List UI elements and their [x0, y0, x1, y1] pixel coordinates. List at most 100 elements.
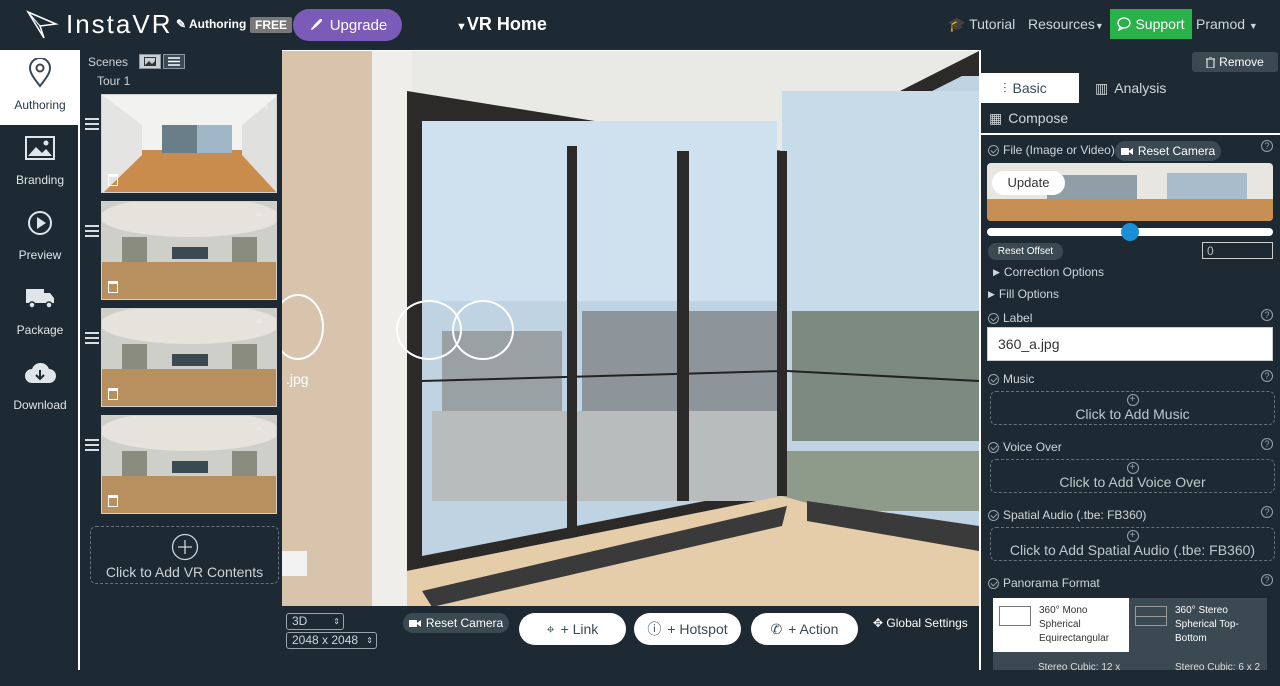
check-circle-icon [988, 312, 999, 324]
help-icon[interactable]: ? [1261, 370, 1273, 382]
list-view-button[interactable] [163, 54, 185, 69]
map-pin-icon[interactable]: ⌖ [256, 314, 263, 329]
scene-thumbnail[interactable] [101, 201, 277, 300]
nav-preview[interactable]: Preview [0, 200, 80, 275]
slider-knob[interactable] [1121, 223, 1139, 241]
format-stereo-cubic-6-label: Stereo Cubic: 6 x 2 [1175, 662, 1261, 670]
rocket-icon [310, 19, 322, 30]
tab-basic[interactable]: ⫶ Basic [981, 73, 1079, 103]
help-icon[interactable]: ? [1261, 438, 1273, 450]
authoring-tag-label: Authoring [188, 17, 247, 31]
drag-handle-icon[interactable] [85, 439, 99, 454]
support-button[interactable]: Support [1110, 9, 1192, 39]
mode-select[interactable]: 3D ⇕ [286, 613, 344, 630]
add-vr-contents-button[interactable]: Click to Add VR Contents [90, 526, 279, 584]
nav-authoring[interactable]: Authoring [0, 50, 80, 125]
panorama-viewer[interactable]: .jpg [282, 50, 979, 606]
map-pin-icon[interactable]: ⌖ [256, 207, 263, 222]
hotspot-link-icon[interactable] [452, 300, 514, 360]
upgrade-button[interactable]: Upgrade [293, 9, 402, 41]
drag-handle-icon[interactable] [85, 225, 99, 240]
caret-down-icon: ▼ [456, 21, 467, 33]
remove-label: Remove [1219, 55, 1264, 69]
scene-preview-image [102, 416, 276, 513]
user-menu[interactable]: Pramod ▼ [1196, 16, 1258, 32]
cloud-download-icon [25, 362, 56, 383]
trash-icon[interactable] [108, 388, 118, 400]
label-title: Label [1003, 311, 1033, 325]
help-icon[interactable]: ? [1261, 574, 1273, 586]
format-mono-equirect[interactable]: 360° Mono Spherical Equirectangular [993, 598, 1129, 652]
nav-label: Download [13, 398, 67, 412]
add-hotspot-button[interactable]: ⓘ + Hotspot [634, 613, 741, 645]
tab-analysis[interactable]: ▥ Analysis [1073, 73, 1183, 103]
bar-chart-icon: ▥ [1095, 79, 1109, 96]
spatial-audio-section-title: Spatial Audio (.tbe: FB360) [988, 508, 1146, 522]
nav-branding[interactable]: Branding [0, 125, 80, 200]
drag-handle-icon[interactable] [85, 118, 99, 133]
authoring-tag: ✎ Authoring [176, 17, 246, 31]
film-icon: ▦ [989, 109, 1003, 126]
reset-camera-button[interactable]: Reset Camera [1115, 141, 1221, 161]
nav-label: Branding [15, 173, 65, 187]
trash-icon[interactable] [108, 281, 118, 293]
map-pin-icon[interactable]: ⌖ [256, 421, 263, 436]
tab-compose[interactable]: ▦ Compose [967, 103, 1107, 133]
scene-thumbnail[interactable] [101, 308, 277, 407]
trash-icon[interactable] [108, 174, 118, 186]
add-action-button[interactable]: ✆ + Action [751, 613, 858, 645]
check-circle-icon [988, 577, 999, 589]
voiceover-title: Voice Over [1003, 440, 1062, 454]
map-pin-icon: ⌖ [546, 620, 555, 637]
scene-thumbnail[interactable] [101, 94, 277, 193]
tutorial-link[interactable]: 🎓 Tutorial [948, 16, 1015, 33]
format-stereo-icon [1135, 606, 1167, 626]
label-input[interactable] [987, 327, 1273, 361]
list-icon [168, 57, 180, 66]
nav-label: Authoring [14, 98, 66, 112]
fill-options-toggle[interactable]: ▶ Fill Options [988, 287, 1059, 301]
view-toggle [139, 54, 185, 69]
format-stereo-label: 360° Stereo Spherical Top-Bottom [1175, 605, 1239, 644]
format-stereo-topbottom[interactable]: 360° Stereo Spherical Top-Bottom [1129, 598, 1267, 652]
offset-input[interactable] [1202, 242, 1273, 259]
nav-download[interactable]: Download [0, 350, 80, 425]
reset-offset-button[interactable]: Reset Offset [988, 243, 1063, 260]
map-pin-add-icon[interactable]: ⌖+ [256, 100, 270, 115]
correction-options-toggle[interactable]: ▶ Correction Options [993, 265, 1104, 279]
resolution-select[interactable]: 2048 x 2048 ⇕ [286, 632, 377, 649]
left-nav: Authoring Branding Preview Package Downl… [0, 50, 80, 670]
add-music-button[interactable]: + Click to Add Music [990, 391, 1275, 425]
logo-icon [26, 9, 59, 38]
add-spatial-audio-button[interactable]: + Click to Add Spatial Audio (.tbe: FB360… [990, 527, 1275, 561]
image-icon [25, 136, 55, 160]
offset-slider[interactable] [987, 223, 1273, 241]
reset-camera-button[interactable]: Reset Camera [403, 613, 509, 633]
trash-icon[interactable] [108, 495, 118, 507]
support-label: Support [1135, 16, 1185, 32]
add-hotspot-label: + Hotspot [667, 621, 728, 637]
top-bar: InstaVR ✎ Authoring FREE Upgrade ▼VR Hom… [0, 0, 1280, 50]
resources-dropdown[interactable]: Resources▼ [1028, 16, 1104, 32]
check-circle-icon [988, 441, 999, 453]
scene-preview-image [102, 202, 276, 299]
instavr-logo[interactable]: InstaVR [26, 9, 173, 40]
help-icon[interactable]: ? [1261, 140, 1273, 152]
caret-down-icon: ▼ [1248, 21, 1258, 31]
help-icon[interactable]: ? [1261, 506, 1273, 518]
caret-down-icon: ▼ [1094, 21, 1104, 31]
global-settings-button[interactable]: ✥ Global Settings [873, 616, 968, 630]
scene-thumbnail[interactable] [101, 415, 277, 514]
help-icon[interactable]: ? [1261, 309, 1273, 321]
add-voiceover-button[interactable]: + Click to Add Voice Over [990, 459, 1275, 493]
user-name: Pramod [1196, 16, 1246, 32]
nav-package[interactable]: Package [0, 275, 80, 350]
panorama-format-section-title: Panorama Format [988, 576, 1100, 590]
remove-button[interactable]: Remove [1192, 52, 1278, 72]
add-link-button[interactable]: ⌖ + Link [519, 613, 626, 645]
thumbnail-view-button[interactable] [139, 54, 161, 69]
update-button[interactable]: Update [992, 171, 1065, 195]
drag-handle-icon[interactable] [85, 332, 99, 347]
project-title-dropdown[interactable]: ▼VR Home [456, 14, 547, 35]
file-label: File (Image or Video) [1003, 143, 1115, 157]
